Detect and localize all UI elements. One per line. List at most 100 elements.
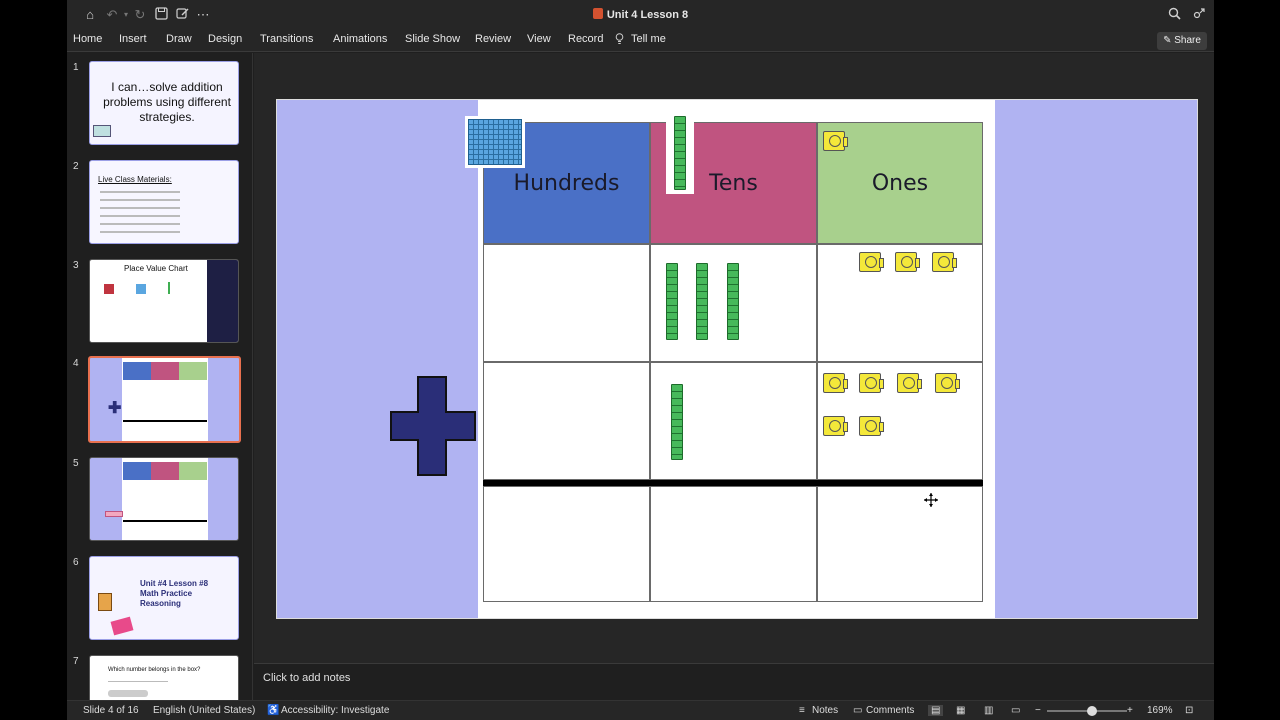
thumb-4-tens	[151, 362, 179, 380]
slide-thumbnail-2[interactable]: Live Class Materials:	[89, 160, 239, 244]
thumb-number: 3	[73, 260, 79, 271]
slide-sorter-icon[interactable]: ▦	[956, 705, 965, 716]
slide-thumbnail-3[interactable]: Place Value Chart	[89, 259, 239, 343]
thumb-4-ones	[179, 362, 207, 380]
thumb-6-title: Unit #4 Lesson #8 Math Practice Reasonin…	[140, 579, 209, 608]
powerpoint-file-icon	[592, 8, 603, 19]
thumb-5-minus-icon	[105, 511, 123, 517]
ones-cube[interactable]	[935, 373, 960, 393]
thumb-2-title: Live Class Materials:	[98, 175, 172, 184]
thumb-number: 6	[73, 557, 79, 568]
slide-thumbnail-panel[interactable]: 1 I can…solve addition problems using di…	[67, 53, 253, 700]
menu-transitions[interactable]: Transitions	[260, 33, 313, 45]
menu-tell-me[interactable]: Tell me	[631, 33, 666, 45]
tens-rod[interactable]	[671, 384, 683, 460]
slide-thumbnail-5[interactable]	[89, 457, 239, 541]
thumb-3-flat	[136, 284, 146, 294]
menu-draw[interactable]: Draw	[166, 33, 192, 45]
share-button[interactable]: ✎ Share	[1157, 32, 1207, 50]
search-icon[interactable]	[1166, 7, 1182, 23]
thumb-number: 5	[73, 458, 79, 469]
slide-thumbnail-4[interactable]: ✚	[88, 356, 241, 443]
tens-rod[interactable]	[666, 263, 678, 340]
plus-icon[interactable]	[389, 375, 477, 477]
ones-cube[interactable]	[932, 252, 957, 272]
thumb-3-rod	[168, 282, 170, 294]
thumb-3-title: Place Value Chart	[124, 264, 188, 273]
cell-answer-tens[interactable]	[650, 486, 817, 602]
cell-answer-hundreds[interactable]	[483, 486, 650, 602]
slide-editor: Hundreds Tens Ones	[254, 53, 1214, 663]
document-title-text: Unit 4 Lesson 8	[606, 9, 689, 21]
ones-cube-legend[interactable]	[823, 131, 848, 151]
notes-pane[interactable]: Click to add notes	[254, 663, 1214, 700]
status-bar: Slide 4 of 16 English (United States) ♿ …	[67, 700, 1214, 720]
ones-cube[interactable]	[859, 252, 884, 272]
share-people-icon[interactable]	[1191, 7, 1207, 23]
document-title: Unit 4 Lesson 8	[67, 8, 1214, 21]
lightbulb-icon	[615, 33, 624, 48]
tens-rod[interactable]	[696, 263, 708, 340]
zoom-slider[interactable]	[1047, 706, 1127, 716]
thumb-4-plus-icon: ✚	[108, 400, 122, 417]
thumb-7-equation	[108, 676, 168, 682]
cell-r1-hundreds	[483, 244, 650, 362]
thumb-5-hundreds	[123, 462, 151, 480]
hundreds-flat-block[interactable]	[465, 116, 525, 168]
thumb-5-sum-line	[123, 520, 207, 522]
language-indicator[interactable]: English (United States)	[153, 705, 255, 716]
slide-position: Slide 4 of 16	[83, 705, 139, 716]
share-button-label: Share	[1174, 35, 1201, 46]
slideshow-icon[interactable]: ▭	[1011, 705, 1020, 716]
ribbon-menu: Home Insert Draw Design Transitions Anim…	[67, 30, 1214, 52]
menu-insert[interactable]: Insert	[119, 33, 147, 45]
thumb-7-text: Which number belongs in the box?	[108, 667, 201, 673]
menu-record[interactable]: Record	[568, 33, 603, 45]
notes-toggle[interactable]: Notes	[812, 705, 838, 716]
menu-review[interactable]: Review	[475, 33, 511, 45]
thumb-2-list	[100, 191, 180, 193]
menu-home[interactable]: Home	[73, 33, 102, 45]
share-button-icon: ✎	[1163, 35, 1175, 46]
title-bar: ⌂ ↶ ▾ ↻ ⋯ Unit 4 Lesson 8	[67, 0, 1214, 30]
accessibility-status[interactable]: Accessibility: Investigate	[281, 705, 389, 716]
ones-cube[interactable]	[859, 373, 884, 393]
thumb-number: 2	[73, 161, 79, 172]
notes-placeholder[interactable]: Click to add notes	[263, 672, 350, 684]
notes-toggle-icon[interactable]: ≡	[799, 705, 805, 716]
menu-animations[interactable]: Animations	[333, 33, 387, 45]
reading-view-icon[interactable]: ▥	[984, 705, 993, 716]
slide-thumbnail-7[interactable]: Which number belongs in the box?	[89, 655, 239, 700]
ones-cube[interactable]	[897, 373, 922, 393]
calculator-image	[98, 593, 112, 611]
fit-slide-icon[interactable]: ⊡	[1185, 705, 1193, 716]
ones-cube[interactable]	[859, 416, 884, 436]
normal-view-icon[interactable]: ▤	[928, 705, 944, 716]
ones-cube[interactable]	[895, 252, 920, 272]
thumb-3-sidebar	[207, 260, 238, 342]
thumb-1-text: I can…solve addition problems using diff…	[103, 80, 231, 124]
thumb-7-dots	[108, 690, 148, 697]
menu-design[interactable]: Design	[208, 33, 242, 45]
comments-icon[interactable]: ▭	[853, 705, 862, 716]
slide-canvas[interactable]: Hundreds Tens Ones	[276, 99, 1198, 619]
menu-slide-show[interactable]: Slide Show	[405, 33, 460, 45]
zoom-out-icon[interactable]: −	[1035, 705, 1041, 716]
tens-rod[interactable]	[727, 263, 739, 340]
tens-rod-legend[interactable]	[674, 116, 686, 190]
comments-button[interactable]: Comments	[866, 705, 914, 716]
thumb-number: 7	[73, 656, 79, 667]
thumb-4-hundreds	[123, 362, 151, 380]
place-value-chart[interactable]: Hundreds Tens Ones	[465, 100, 995, 618]
accessibility-icon[interactable]: ♿	[267, 705, 279, 716]
thumb-5-ones	[179, 462, 207, 480]
menu-view[interactable]: View	[527, 33, 551, 45]
zoom-level[interactable]: 169%	[1147, 705, 1173, 716]
zoom-slider-thumb[interactable]	[1087, 706, 1097, 716]
cell-answer-ones[interactable]	[817, 486, 983, 602]
ones-cube[interactable]	[823, 416, 848, 436]
slide-thumbnail-6[interactable]: Unit #4 Lesson #8 Math Practice Reasonin…	[89, 556, 239, 640]
slide-thumbnail-1[interactable]: I can…solve addition problems using diff…	[89, 61, 239, 145]
ones-cube[interactable]	[823, 373, 848, 393]
zoom-in-icon[interactable]: +	[1127, 705, 1133, 716]
